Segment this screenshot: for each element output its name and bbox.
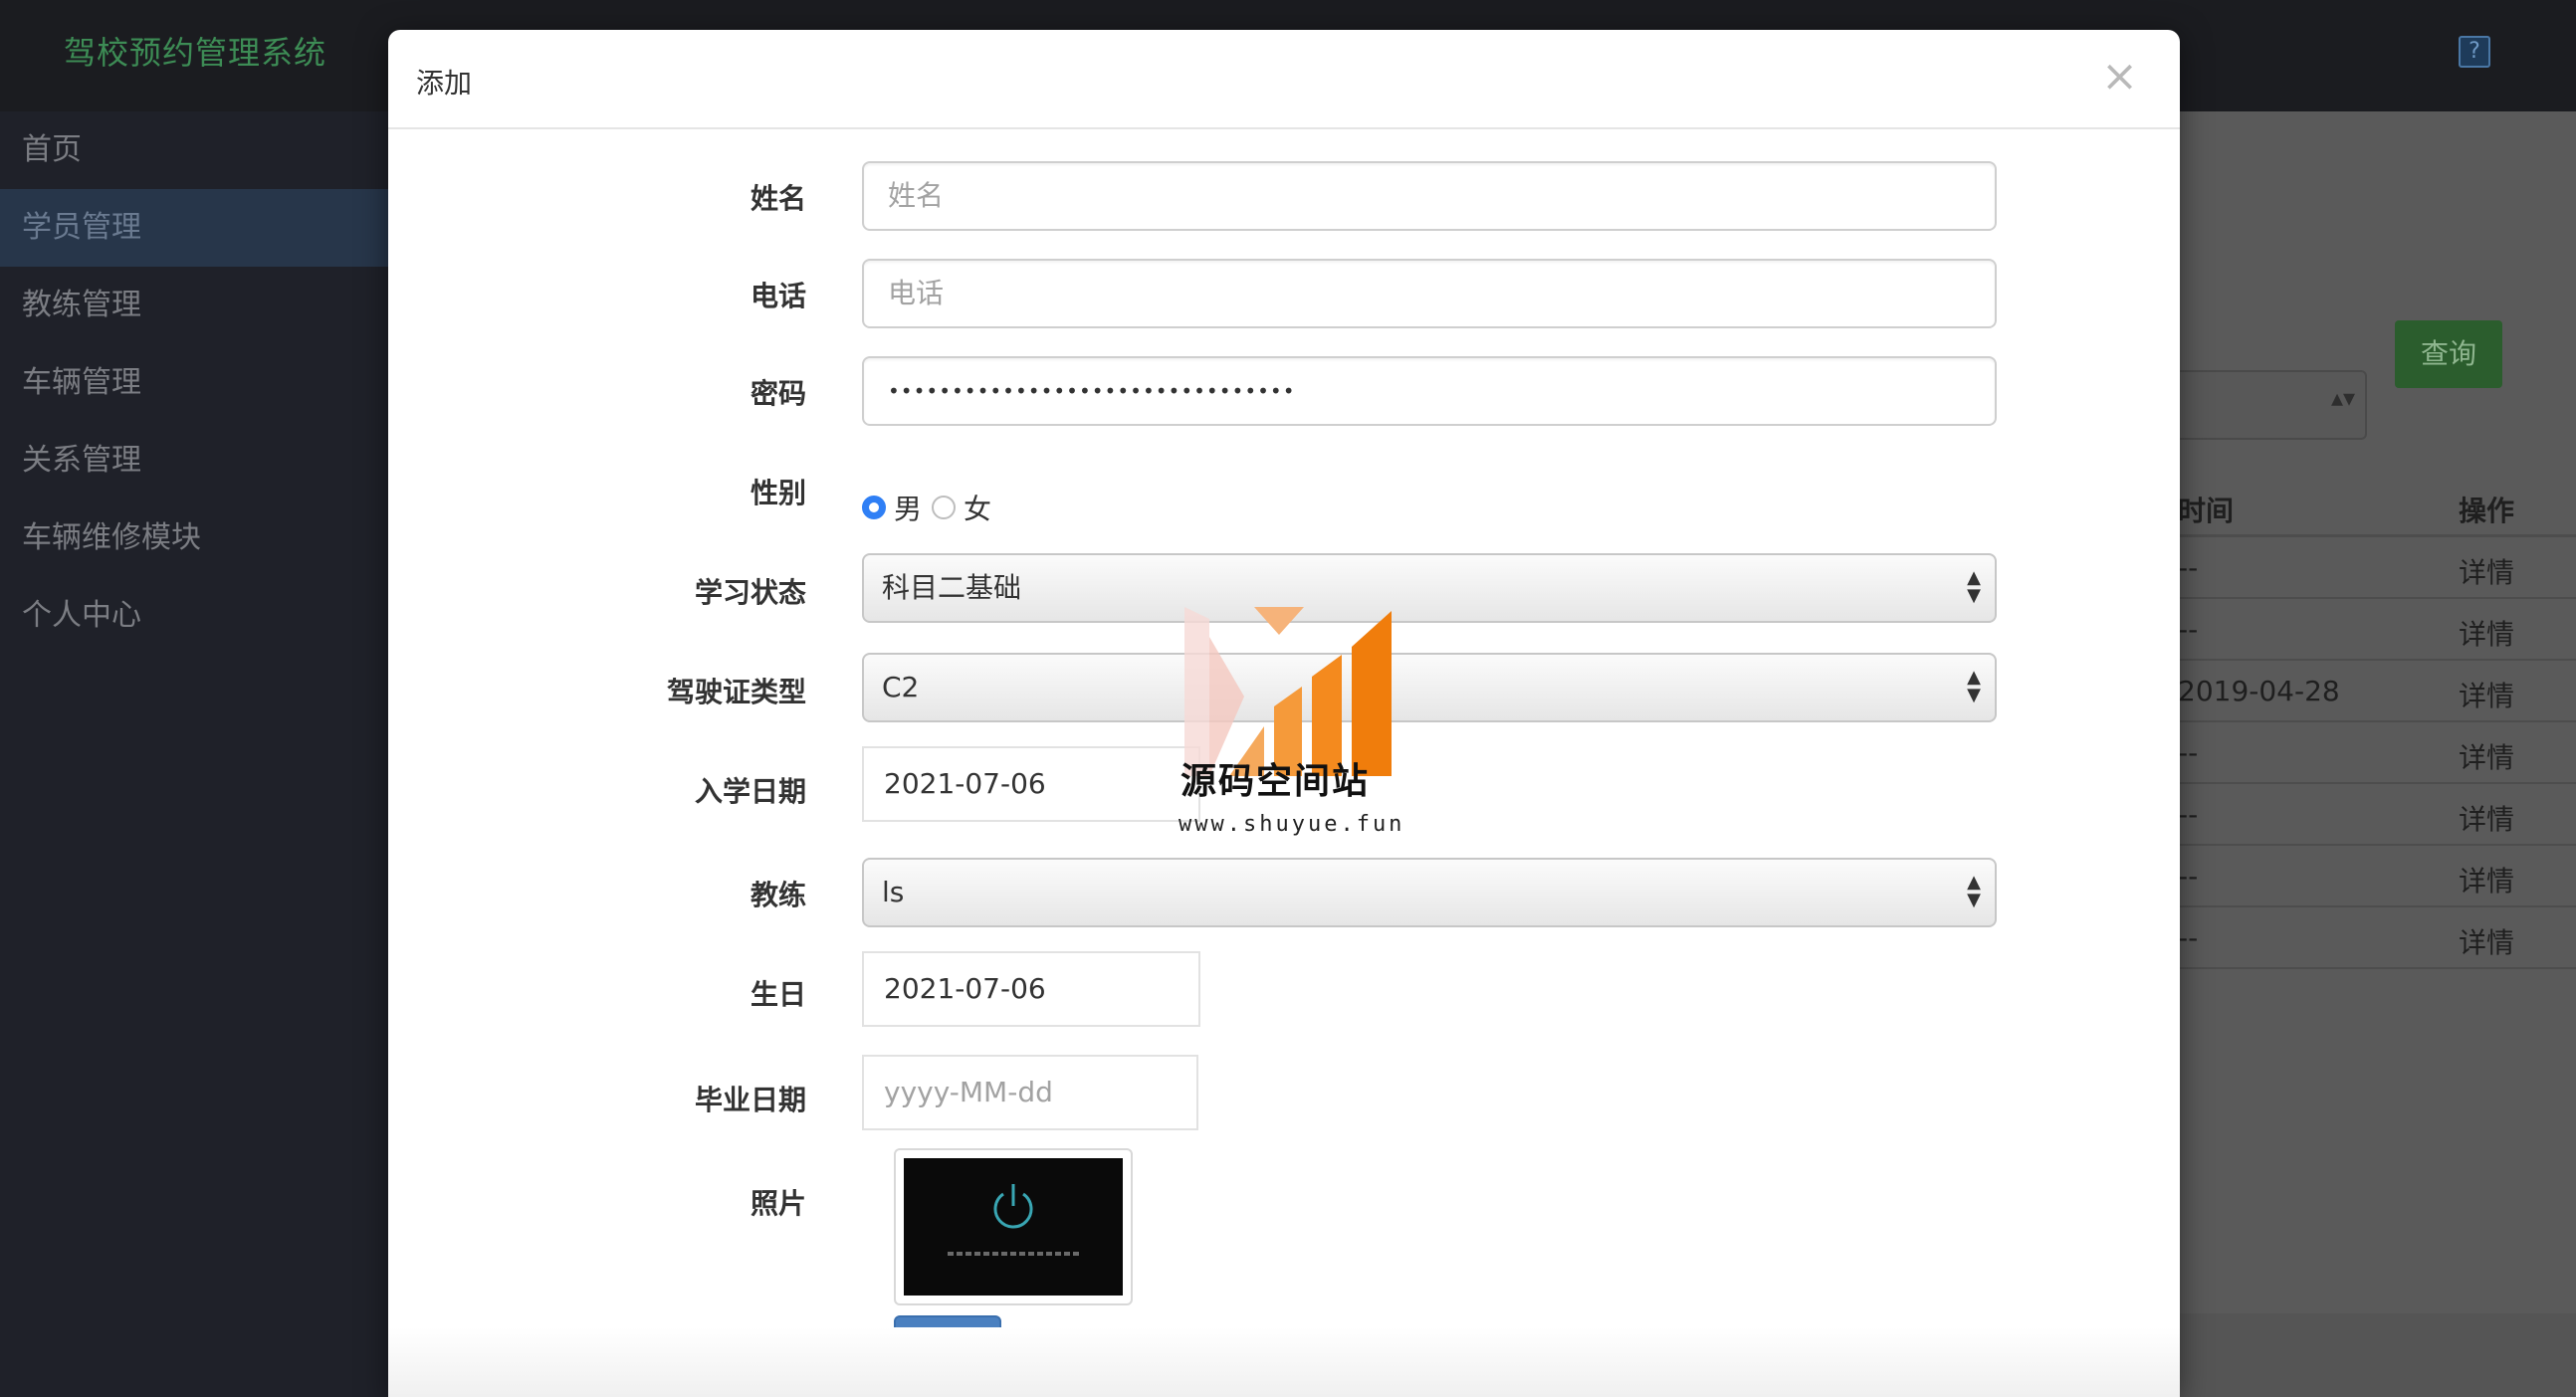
table-row: 2019-04-28 详情 xyxy=(2174,661,2576,722)
name-input[interactable]: 姓名 xyxy=(862,161,1997,231)
student-table: 时间 操作 -- 详情 -- 详情 2019-04-28 详情 -- 详情 -- 详情 -… xyxy=(2174,476,2576,969)
gender-label: 性别 xyxy=(750,477,806,509)
detail-link[interactable]: 详情 xyxy=(2459,736,2514,776)
sidebar: 首页 学员管理 教练管理 车辆管理 关系管理 车辆维修模块 个人中心 xyxy=(0,111,388,1397)
study-status-value: 科目二基础 xyxy=(882,571,1022,604)
gender-female-label[interactable]: 女 xyxy=(964,488,991,527)
photo-preview xyxy=(894,1148,1133,1305)
birthday-input[interactable]: 2021-07-06 xyxy=(862,951,1200,1027)
table-header: 时间 操作 xyxy=(2174,476,2576,537)
sidebar-item-maintenance[interactable]: 车辆维修模块 xyxy=(0,499,388,577)
watermark-logo xyxy=(1184,607,1392,776)
detail-link[interactable]: 详情 xyxy=(2459,921,2514,961)
coach-select[interactable]: ls ▲ ▼ xyxy=(862,858,1997,927)
watermark-url: www.shuyue.fun xyxy=(1179,812,1405,837)
table-cell-time: -- xyxy=(2178,613,2199,646)
detail-link[interactable]: 详情 xyxy=(2459,675,2514,714)
table-row: -- 详情 xyxy=(2174,846,2576,907)
select-arrows-icon: ▲ ▼ xyxy=(1967,567,1981,606)
table-cell-time: -- xyxy=(2178,798,2199,831)
detail-link[interactable]: 详情 xyxy=(2459,551,2514,591)
table-cell-time: -- xyxy=(2178,860,2199,893)
password-input[interactable]: •••••••••••••••••••••••••••••••• xyxy=(862,356,1997,426)
table-row: -- 详情 xyxy=(2174,537,2576,599)
photo-loading-bar xyxy=(948,1252,1079,1256)
license-type-select[interactable]: C2 ▲ ▼ xyxy=(862,653,1997,722)
gender-radio-group: 男 女 xyxy=(862,488,991,527)
modal-header: 添加 × xyxy=(388,30,2180,129)
query-button[interactable]: 查询 xyxy=(2395,320,2502,388)
table-cell-time: -- xyxy=(2178,551,2199,584)
detail-link[interactable]: 详情 xyxy=(2459,860,2514,899)
license-type-label: 驾驶证类型 xyxy=(666,676,806,708)
birthday-label: 生日 xyxy=(750,978,806,1011)
help-icon[interactable]: ? xyxy=(2459,36,2490,68)
table-row: -- 详情 xyxy=(2174,784,2576,846)
modal-title: 添加 xyxy=(416,67,473,100)
app-title: 驾校预约管理系统 xyxy=(64,34,327,72)
select-arrows-icon: ▴▾ xyxy=(2331,384,2356,412)
phone-input[interactable]: 电话 xyxy=(862,259,1997,328)
power-icon xyxy=(993,1184,1033,1229)
gender-male-label[interactable]: 男 xyxy=(894,488,922,527)
enroll-date-label: 入学日期 xyxy=(694,775,806,808)
study-status-select[interactable]: 科目二基础 ▲ ▼ xyxy=(862,553,1997,623)
license-type-value: C2 xyxy=(882,671,920,703)
column-header-action: 操作 xyxy=(2459,495,2515,527)
graduation-date-label: 毕业日期 xyxy=(694,1084,806,1116)
photo-image xyxy=(904,1158,1123,1296)
table-row: -- 详情 xyxy=(2174,722,2576,784)
sidebar-item-profile[interactable]: 个人中心 xyxy=(0,577,388,655)
gender-female-radio[interactable] xyxy=(932,496,957,519)
detail-link[interactable]: 详情 xyxy=(2459,798,2514,838)
column-header-time: 时间 xyxy=(2178,495,2235,527)
coach-value: ls xyxy=(882,876,905,908)
select-arrows-icon: ▲ ▼ xyxy=(1967,667,1981,705)
table-cell-time: -- xyxy=(2178,736,2199,769)
table-row: -- 详情 xyxy=(2174,907,2576,969)
sidebar-item-coaches[interactable]: 教练管理 xyxy=(0,267,388,344)
table-cell-time: -- xyxy=(2178,921,2199,954)
watermark-name: 源码空间站 xyxy=(1181,761,1371,802)
gender-male-radio[interactable] xyxy=(862,496,886,519)
name-label: 姓名 xyxy=(750,182,806,215)
sidebar-item-students[interactable]: 学员管理 xyxy=(0,189,388,267)
detail-link[interactable]: 详情 xyxy=(2459,613,2514,653)
graduation-date-input[interactable]: yyyy-MM-dd xyxy=(862,1055,1198,1130)
coach-label: 教练 xyxy=(750,879,806,911)
enroll-date-input[interactable]: 2021-07-06 xyxy=(862,746,1200,822)
sidebar-item-relations[interactable]: 关系管理 xyxy=(0,422,388,499)
study-status-label: 学习状态 xyxy=(694,576,806,609)
select-arrows-icon: ▲ ▼ xyxy=(1967,872,1981,910)
password-label: 密码 xyxy=(750,377,806,410)
phone-label: 电话 xyxy=(750,280,806,312)
close-icon[interactable]: × xyxy=(2101,52,2138,101)
table-row: -- 详情 xyxy=(2174,599,2576,661)
modal-footer xyxy=(388,1327,2180,1397)
sidebar-item-home[interactable]: 首页 xyxy=(0,111,388,189)
table-cell-time: 2019-04-28 xyxy=(2178,675,2340,707)
sidebar-item-vehicles[interactable]: 车辆管理 xyxy=(0,344,388,422)
photo-label: 照片 xyxy=(750,1187,806,1220)
